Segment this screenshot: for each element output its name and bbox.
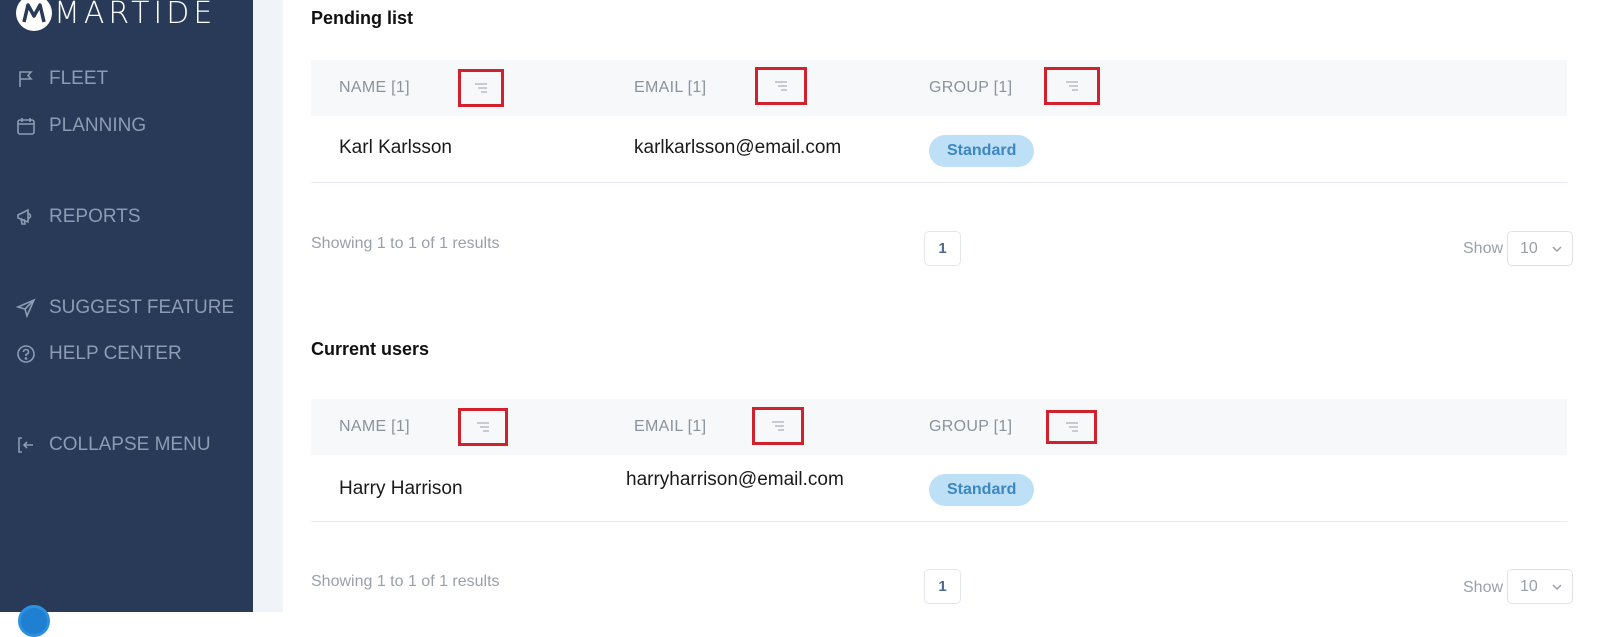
filter-icon	[1066, 81, 1078, 91]
name-filter-button[interactable]	[458, 69, 504, 107]
current-users-title: Current users	[311, 339, 430, 359]
sidebar-item-fleet[interactable]: FLEET	[16, 68, 108, 90]
results-summary: Showing 1 to 1 of 1 results	[311, 235, 500, 252]
column-header-email[interactable]: EMAIL [1]	[634, 399, 706, 455]
group-filter-button[interactable]	[1044, 67, 1100, 105]
sidebar-item-label: COLLAPSE MENU	[49, 434, 211, 455]
sidebar-item-label: SUGGEST FEATURE	[49, 297, 235, 318]
group-badge: Standard	[929, 135, 1035, 167]
sidebar-item-help-center[interactable]: HELP CENTER	[16, 343, 182, 365]
filter-icon	[772, 421, 784, 431]
brand-name: MARTIDE	[54, 0, 217, 31]
user-email: harryharrison@email.com	[626, 469, 844, 490]
main-content: Pending list NAME [1] EMAIL [1] GROUP [1…	[283, 0, 1600, 612]
page-size-select[interactable]: 10	[1507, 231, 1573, 266]
sidebar-item-planning[interactable]: PLANNING	[16, 115, 146, 137]
pending-list-title: Pending list	[311, 8, 414, 28]
content-gutter	[253, 0, 283, 612]
filter-icon	[475, 83, 487, 93]
column-header-name[interactable]: NAME [1]	[339, 399, 410, 455]
pending-table-header: NAME [1] EMAIL [1] GROUP [1]	[311, 60, 1567, 116]
page-button-1[interactable]: 1	[924, 231, 961, 266]
results-summary: Showing 1 to 1 of 1 results	[311, 573, 500, 590]
send-icon	[16, 298, 36, 318]
table-row[interactable]: Harry Harrison harryharrison@email.com S…	[311, 455, 1567, 522]
collapse-icon	[16, 435, 36, 455]
sidebar-item-label: HELP CENTER	[49, 343, 182, 364]
column-header-group[interactable]: GROUP [1]	[929, 60, 1012, 116]
logo[interactable]: MARTIDE	[16, 0, 216, 34]
column-header-group[interactable]: GROUP [1]	[929, 399, 1012, 455]
page-size-value: 10	[1520, 239, 1538, 257]
user-avatar[interactable]	[18, 605, 50, 637]
page-size-value: 10	[1520, 577, 1538, 595]
sidebar-item-reports[interactable]: REPORTS	[16, 206, 141, 228]
email-filter-button[interactable]	[752, 407, 804, 445]
user-email: karlkarlsson@email.com	[634, 137, 842, 158]
show-label: Show	[1463, 579, 1504, 596]
logo-mark-icon	[16, 0, 52, 31]
megaphone-icon	[16, 207, 36, 227]
chevron-down-icon	[1552, 246, 1562, 253]
group-badge: Standard	[929, 474, 1035, 506]
sidebar: MARTIDE FLEET PLANNING REPORTS SUGGEST F…	[0, 0, 253, 637]
user-name: Karl Karlsson	[339, 137, 452, 158]
table-row[interactable]: Karl Karlsson karlkarlsson@email.com Sta…	[311, 116, 1567, 183]
column-header-name[interactable]: NAME [1]	[339, 60, 410, 116]
user-name: Harry Harrison	[339, 478, 463, 499]
calendar-icon	[16, 116, 36, 136]
filter-icon	[1065, 422, 1078, 432]
group-filter-button[interactable]	[1046, 410, 1097, 444]
current-table-header: NAME [1] EMAIL [1] GROUP [1]	[311, 399, 1567, 455]
sidebar-item-suggest-feature[interactable]: SUGGEST FEATURE	[16, 297, 234, 319]
email-filter-button[interactable]	[755, 67, 807, 105]
help-circle-icon	[16, 344, 36, 364]
name-filter-button[interactable]	[458, 408, 508, 446]
sidebar-item-label: FLEET	[49, 68, 109, 89]
sidebar-item-label: REPORTS	[49, 206, 141, 227]
filter-icon	[775, 81, 787, 91]
page-button-1[interactable]: 1	[924, 569, 961, 604]
flag-icon	[16, 69, 36, 89]
column-header-email[interactable]: EMAIL [1]	[634, 60, 706, 116]
page-size-select[interactable]: 10	[1507, 569, 1573, 604]
sidebar-item-label: PLANNING	[49, 115, 147, 136]
show-label: Show	[1463, 240, 1504, 257]
filter-icon	[477, 422, 489, 432]
sidebar-item-collapse-menu[interactable]: COLLAPSE MENU	[16, 434, 211, 456]
chevron-down-icon	[1552, 584, 1562, 591]
